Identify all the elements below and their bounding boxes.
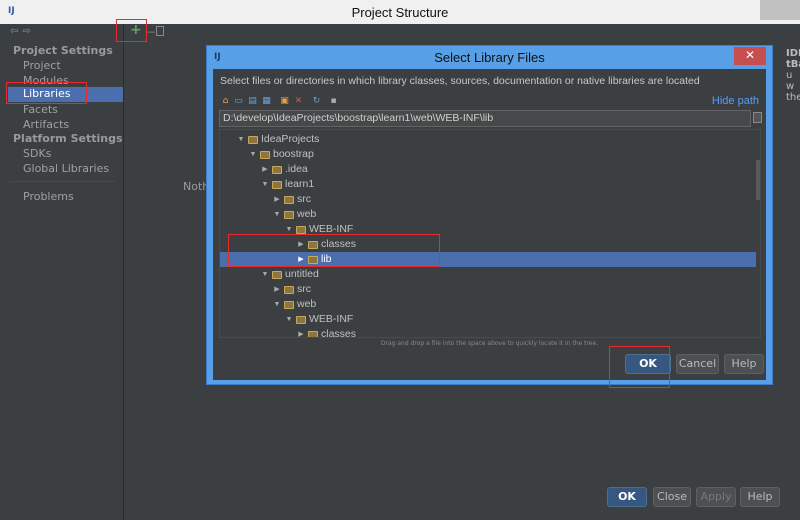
expand-arrow-icon[interactable]: ▼ xyxy=(272,297,282,312)
tree-row[interactable]: ▼ web xyxy=(220,207,756,222)
background-window-peek: IDI tBa u w the xyxy=(786,48,800,108)
sidebar-item-problems[interactable]: Problems xyxy=(23,190,74,205)
dialog-body: Select files or directories in which lib… xyxy=(213,69,766,380)
dialog-description: Select files or directories in which lib… xyxy=(220,75,700,87)
folder-icon xyxy=(296,316,306,324)
folder-icon xyxy=(308,331,318,337)
expand-arrow-icon[interactable]: ▼ xyxy=(272,207,282,222)
expand-arrow-icon[interactable]: ▼ xyxy=(260,267,270,282)
tree-row[interactable]: ▼ WEB-INF xyxy=(220,312,756,327)
add-button-highlight-box xyxy=(116,19,147,42)
tree-row-label: src xyxy=(297,193,311,205)
sidebar-item-global-libraries[interactable]: Global Libraries xyxy=(23,162,109,177)
platform-settings-header: Platform Settings xyxy=(13,132,123,145)
folder-icon xyxy=(272,166,282,174)
nav-arrows: ⇦⇨ xyxy=(10,26,35,37)
footer-help-button[interactable]: Help xyxy=(740,487,780,507)
tree-row-label: learn1 xyxy=(285,178,315,190)
ok-button-highlight-box xyxy=(609,346,670,388)
tree-row-label: classes xyxy=(321,328,357,338)
peek-line: u w xyxy=(786,70,795,92)
show-hidden-icon[interactable]: ▪ xyxy=(328,96,339,106)
forward-arrow-icon[interactable]: ⇨ xyxy=(22,26,34,37)
sidebar-item-sdks[interactable]: SDKs xyxy=(23,147,51,162)
sidebar-item-artifacts[interactable]: Artifacts xyxy=(23,118,69,133)
sidebar-divider xyxy=(10,181,115,182)
footer-close-button[interactable]: Close xyxy=(653,487,691,507)
window-title: Project Structure xyxy=(351,5,449,20)
path-field[interactable]: D:\develop\IdeaProjects\boostrap\learn1\… xyxy=(219,110,751,127)
tree-row[interactable]: ▶ src xyxy=(220,282,756,297)
tree-row-label: IdeaProjects xyxy=(261,133,320,145)
drag-drop-hint: Drag and drop a file into the space abov… xyxy=(380,340,599,347)
dialog-titlebar: IJ Select Library Files ✕ xyxy=(207,46,772,69)
path-history-icon[interactable] xyxy=(753,112,762,123)
tree-scrollbar[interactable] xyxy=(756,160,760,200)
new-folder-icon[interactable]: ▣ xyxy=(279,96,290,106)
expand-arrow-icon[interactable]: ▼ xyxy=(284,312,294,327)
tree-row[interactable]: ▶ src xyxy=(220,192,756,207)
folder-icon xyxy=(284,301,294,309)
collapse-arrow-icon[interactable]: ▶ xyxy=(272,192,282,207)
tree-row[interactable]: ▶ .idea xyxy=(220,162,756,177)
tree-row-label: src xyxy=(297,283,311,295)
project-settings-header: Project Settings xyxy=(13,44,113,57)
folder-icon xyxy=(284,211,294,219)
select-library-files-dialog: IJ Select Library Files ✕ Select files o… xyxy=(206,45,773,385)
delete-icon[interactable]: ✕ xyxy=(293,96,304,106)
tree-row[interactable]: ▼ boostrap xyxy=(220,147,756,162)
remove-library-button[interactable]: − xyxy=(146,25,156,39)
tree-row-label: WEB-INF xyxy=(309,313,354,325)
collapse-arrow-icon[interactable]: ▶ xyxy=(260,162,270,177)
folder-icon xyxy=(284,286,294,294)
copy-icon[interactable] xyxy=(156,26,164,36)
tree-row-label: web xyxy=(297,298,317,310)
collapse-arrow-icon[interactable]: ▶ xyxy=(272,282,282,297)
expand-arrow-icon[interactable]: ▼ xyxy=(236,132,246,147)
dialog-cancel-button[interactable]: Cancel xyxy=(676,354,719,374)
classes-lib-highlight-box xyxy=(228,234,440,267)
peek-line: the xyxy=(786,92,800,103)
tree-row[interactable]: ▼ untitled xyxy=(220,267,756,282)
dialog-help-button[interactable]: Help xyxy=(724,354,764,374)
libraries-highlight-box xyxy=(6,82,87,104)
footer-apply-button[interactable]: Apply xyxy=(696,487,736,507)
module-icon[interactable]: ▦ xyxy=(261,96,272,106)
hide-path-link[interactable]: Hide path xyxy=(712,95,759,107)
folder-icon xyxy=(260,151,270,159)
collapse-arrow-icon[interactable]: ▶ xyxy=(296,327,306,337)
expand-arrow-icon[interactable]: ▼ xyxy=(260,177,270,192)
back-arrow-icon[interactable]: ⇦ xyxy=(10,26,22,37)
peek-line: IDI xyxy=(786,48,800,59)
desktop-icon[interactable]: ▭ xyxy=(233,96,244,106)
folder-icon xyxy=(296,226,306,234)
tree-row[interactable]: ▼ IdeaProjects xyxy=(220,132,756,147)
dialog-close-button[interactable]: ✕ xyxy=(734,47,766,65)
footer-ok-button[interactable]: OK xyxy=(607,487,647,507)
tree-row-label: web xyxy=(297,208,317,220)
home-icon[interactable]: ⌂ xyxy=(220,96,231,106)
folder-icon xyxy=(248,136,258,144)
folder-icon xyxy=(284,196,294,204)
dialog-title: Select Library Files xyxy=(434,50,545,65)
expand-arrow-icon[interactable]: ▼ xyxy=(248,147,258,162)
folder-icon xyxy=(272,181,282,189)
tree-row[interactable]: ▼ web xyxy=(220,297,756,312)
sidebar-item-project[interactable]: Project xyxy=(23,59,61,74)
folder-icon xyxy=(272,271,282,279)
tree-row-label: .idea xyxy=(285,163,308,175)
tree-row[interactable]: ▶ classes xyxy=(220,327,756,338)
tree-row-label: boostrap xyxy=(273,148,314,160)
sidebar-item-facets[interactable]: Facets xyxy=(23,103,58,118)
footer-buttons: OK Close Apply Help xyxy=(124,484,800,520)
project-icon[interactable]: ▤ xyxy=(247,96,258,106)
tree-row[interactable]: ▼ learn1 xyxy=(220,177,756,192)
peek-line: tBa xyxy=(786,59,800,70)
refresh-icon[interactable]: ↻ xyxy=(311,96,322,106)
window-close-button[interactable] xyxy=(760,0,800,20)
tree-row-label: untitled xyxy=(285,268,319,280)
